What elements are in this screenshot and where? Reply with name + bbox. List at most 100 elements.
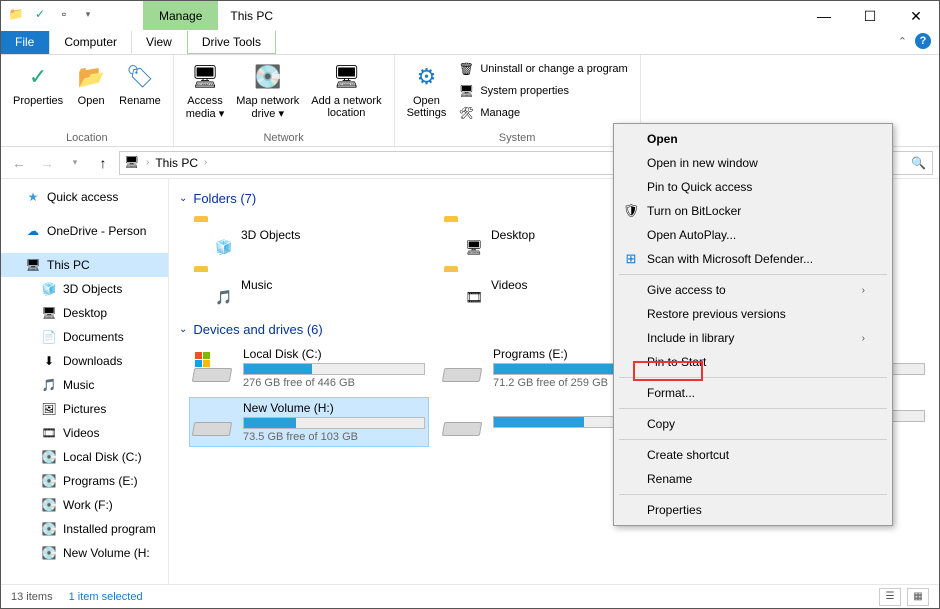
nav-item-label: Installed program [63, 522, 156, 536]
cm-open-new-window[interactable]: Open in new window [617, 151, 889, 175]
map-drive-label: Map network drive ▾ [236, 95, 299, 120]
map-drive-button[interactable]: 💽 Map network drive ▾ [230, 57, 305, 124]
open-settings-button[interactable]: ⚙ Open Settings [401, 57, 453, 123]
nav-item[interactable]: 🖼Pictures [1, 397, 168, 421]
cm-pin-start[interactable]: Pin to Start [617, 350, 889, 374]
drive-item[interactable]: New Volume (H:)73.5 GB free of 103 GB [189, 397, 429, 447]
folder-icon: 🎞 [443, 266, 481, 304]
cm-separator [619, 494, 887, 495]
system-properties-label: System properties [480, 85, 569, 97]
star-icon: ★ [25, 189, 41, 205]
folder-item[interactable]: 🧊3D Objects [189, 212, 409, 258]
nav-item[interactable]: 💽Work (F:) [1, 493, 168, 517]
nav-item-label: Documents [63, 330, 124, 344]
drive-label: Local Disk (C:) [243, 347, 425, 361]
cm-properties[interactable]: Properties [617, 498, 889, 522]
up-button[interactable]: ↑ [91, 151, 115, 175]
devices-header-label: Devices and drives (6) [193, 322, 322, 337]
folder-icon: 🧊 [193, 216, 231, 254]
open-button[interactable]: 📂 Open [69, 57, 113, 111]
qat-new-icon[interactable]: ▫ [55, 5, 73, 23]
computer-tab[interactable]: Computer [49, 31, 132, 54]
nav-item[interactable]: 💽Local Disk (C:) [1, 445, 168, 469]
breadcrumb-expand-icon[interactable]: › [204, 157, 207, 168]
pc-icon: 🖥 [25, 257, 41, 273]
cm-open[interactable]: Open [617, 127, 889, 151]
cm-pin-quick-access[interactable]: Pin to Quick access [617, 175, 889, 199]
drive-icon [193, 406, 233, 438]
file-tab[interactable]: File [1, 31, 49, 54]
details-view-button[interactable]: ☰ [879, 588, 901, 606]
nav-item[interactable]: ⬇Downloads [1, 349, 168, 373]
cloud-icon: ☁ [25, 223, 41, 239]
nav-item[interactable]: 📄Documents [1, 325, 168, 349]
title-bar: 📁 ✓ ▫ ▾ Manage This PC — ☐ ✕ [1, 1, 939, 31]
cm-copy[interactable]: Copy [617, 412, 889, 436]
chevron-right-icon: › [862, 285, 865, 296]
cm-separator [619, 377, 887, 378]
nav-item-icon: 🎵 [41, 377, 57, 393]
access-media-label: Access media ▾ [186, 95, 225, 120]
nav-item-icon: 💽 [41, 473, 57, 489]
maximize-button[interactable]: ☐ [847, 1, 893, 31]
cm-rename[interactable]: Rename [617, 467, 889, 491]
qat-dropdown-icon[interactable]: ▾ [79, 5, 97, 23]
uninstall-button[interactable]: 🗑 Uninstall or change a program [456, 59, 629, 79]
nav-item[interactable]: 🎵Music [1, 373, 168, 397]
ribbon-group-system: ⚙ Open Settings 🗑 Uninstall or change a … [395, 55, 641, 146]
add-location-button[interactable]: 🖥 Add a network location [305, 57, 387, 123]
nav-item[interactable]: 💽New Volume (H: [1, 541, 168, 565]
qat-properties-icon[interactable]: ✓ [31, 5, 49, 23]
nav-item-icon: 🖼 [41, 401, 57, 417]
close-button[interactable]: ✕ [893, 1, 939, 31]
nav-item[interactable]: 🧊3D Objects [1, 277, 168, 301]
cm-restore-versions[interactable]: Restore previous versions [617, 302, 889, 326]
manage-button[interactable]: 🛠 Manage [456, 103, 629, 123]
back-button[interactable]: ← [7, 151, 31, 175]
nav-item[interactable]: 🎞Videos [1, 421, 168, 445]
properties-button[interactable]: ✓ Properties [7, 57, 69, 111]
nav-this-pc[interactable]: 🖥 This PC [1, 253, 168, 277]
nav-item[interactable]: 🖥Desktop [1, 301, 168, 325]
system-properties-button[interactable]: 🖥 System properties [456, 81, 629, 101]
icons-view-button[interactable]: ▦ [907, 588, 929, 606]
nav-quick-access[interactable]: ★ Quick access [1, 185, 168, 209]
status-bar: 13 items 1 item selected ☰ ▦ [1, 584, 939, 608]
open-settings-label: Open Settings [407, 95, 447, 119]
add-location-icon: 🖥 [330, 61, 362, 93]
folders-header-label: Folders (7) [193, 191, 256, 206]
cm-defender[interactable]: ⊞Scan with Microsoft Defender... [617, 247, 889, 271]
rename-label: Rename [119, 95, 161, 107]
help-icon[interactable]: ? [915, 33, 931, 49]
nav-onedrive[interactable]: ☁ OneDrive - Person [1, 219, 168, 243]
folder-label: Videos [491, 278, 527, 292]
cm-include-library[interactable]: Include in library› [617, 326, 889, 350]
folder-icon: 🖥 [443, 216, 481, 254]
cm-give-access[interactable]: Give access to› [617, 278, 889, 302]
view-tab[interactable]: View [132, 31, 187, 54]
collapse-ribbon-icon[interactable]: ⌃ [898, 35, 907, 48]
cm-bitlocker[interactable]: 🛡Turn on BitLocker [617, 199, 889, 223]
navigation-pane[interactable]: ★ Quick access ☁ OneDrive - Person 🖥 Thi… [1, 179, 169, 584]
folder-item[interactable]: 🎵Music [189, 262, 409, 308]
cm-autoplay[interactable]: Open AutoPlay... [617, 223, 889, 247]
drive-tools-tab[interactable]: Drive Tools [187, 31, 276, 54]
add-location-label: Add a network location [311, 95, 381, 119]
map-drive-icon: 💽 [252, 61, 284, 93]
minimize-button[interactable]: — [801, 1, 847, 31]
breadcrumb[interactable]: This PC [155, 156, 198, 170]
nav-item-label: Programs (E:) [63, 474, 138, 488]
recent-dropdown-icon[interactable]: ▾ [63, 151, 87, 175]
cm-format[interactable]: Format... [617, 381, 889, 405]
access-media-button[interactable]: 🖥 Access media ▾ [180, 57, 231, 124]
nav-item-label: Downloads [63, 354, 122, 368]
rename-button[interactable]: 🏷 Rename [113, 57, 167, 111]
nav-item[interactable]: 💽 Programs (E:) [1, 469, 168, 493]
forward-button[interactable]: → [35, 151, 59, 175]
drive-icon [193, 352, 233, 384]
window-controls: — ☐ ✕ [801, 1, 939, 31]
cm-create-shortcut[interactable]: Create shortcut [617, 443, 889, 467]
drive-item[interactable]: Local Disk (C:)276 GB free of 446 GB [189, 343, 429, 393]
rename-icon: 🏷 [124, 61, 156, 93]
nav-item[interactable]: 💽Installed program [1, 517, 168, 541]
